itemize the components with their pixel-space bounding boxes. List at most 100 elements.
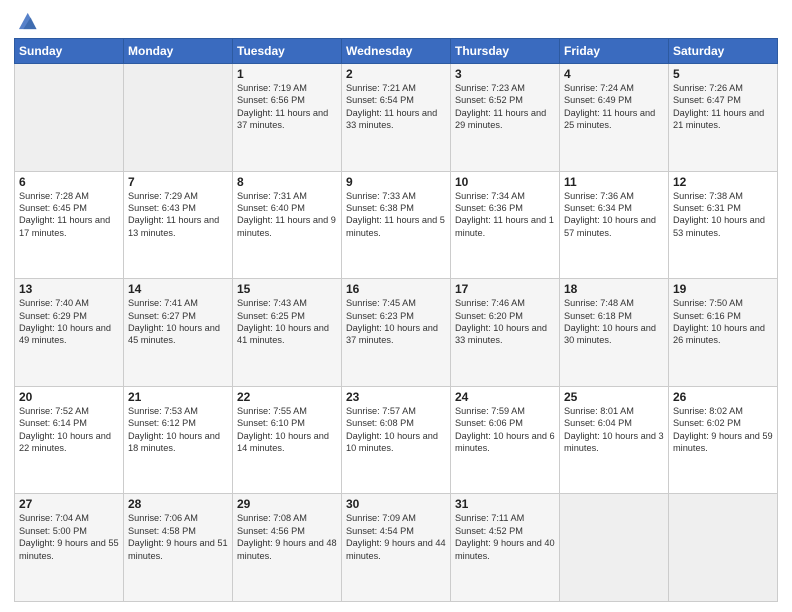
day-number: 6 <box>19 175 119 189</box>
col-header-monday: Monday <box>124 39 233 64</box>
day-number: 17 <box>455 282 555 296</box>
cell-info: Sunrise: 7:41 AM Sunset: 6:27 PM Dayligh… <box>128 297 228 347</box>
week-row-5: 27Sunrise: 7:04 AM Sunset: 5:00 PM Dayli… <box>15 494 778 602</box>
day-number: 20 <box>19 390 119 404</box>
col-header-friday: Friday <box>560 39 669 64</box>
cell-info: Sunrise: 7:53 AM Sunset: 6:12 PM Dayligh… <box>128 405 228 455</box>
logo-icon <box>16 10 38 32</box>
calendar-cell: 12Sunrise: 7:38 AM Sunset: 6:31 PM Dayli… <box>669 171 778 279</box>
cell-info: Sunrise: 7:36 AM Sunset: 6:34 PM Dayligh… <box>564 190 664 240</box>
calendar-cell: 20Sunrise: 7:52 AM Sunset: 6:14 PM Dayli… <box>15 386 124 494</box>
day-number: 12 <box>673 175 773 189</box>
calendar-cell: 25Sunrise: 8:01 AM Sunset: 6:04 PM Dayli… <box>560 386 669 494</box>
day-number: 30 <box>346 497 446 511</box>
page: SundayMondayTuesdayWednesdayThursdayFrid… <box>0 0 792 612</box>
cell-info: Sunrise: 7:59 AM Sunset: 6:06 PM Dayligh… <box>455 405 555 455</box>
cell-info: Sunrise: 7:34 AM Sunset: 6:36 PM Dayligh… <box>455 190 555 240</box>
cell-info: Sunrise: 7:08 AM Sunset: 4:56 PM Dayligh… <box>237 512 337 562</box>
calendar-cell: 10Sunrise: 7:34 AM Sunset: 6:36 PM Dayli… <box>451 171 560 279</box>
calendar-cell: 22Sunrise: 7:55 AM Sunset: 6:10 PM Dayli… <box>233 386 342 494</box>
header <box>14 10 778 32</box>
calendar-cell: 2Sunrise: 7:21 AM Sunset: 6:54 PM Daylig… <box>342 64 451 172</box>
calendar-cell: 6Sunrise: 7:28 AM Sunset: 6:45 PM Daylig… <box>15 171 124 279</box>
calendar-cell: 30Sunrise: 7:09 AM Sunset: 4:54 PM Dayli… <box>342 494 451 602</box>
calendar-cell: 27Sunrise: 7:04 AM Sunset: 5:00 PM Dayli… <box>15 494 124 602</box>
day-number: 28 <box>128 497 228 511</box>
col-header-sunday: Sunday <box>15 39 124 64</box>
calendar-cell: 1Sunrise: 7:19 AM Sunset: 6:56 PM Daylig… <box>233 64 342 172</box>
col-header-saturday: Saturday <box>669 39 778 64</box>
cell-info: Sunrise: 7:55 AM Sunset: 6:10 PM Dayligh… <box>237 405 337 455</box>
day-number: 15 <box>237 282 337 296</box>
col-header-wednesday: Wednesday <box>342 39 451 64</box>
calendar-cell: 15Sunrise: 7:43 AM Sunset: 6:25 PM Dayli… <box>233 279 342 387</box>
calendar-cell: 19Sunrise: 7:50 AM Sunset: 6:16 PM Dayli… <box>669 279 778 387</box>
calendar-cell: 9Sunrise: 7:33 AM Sunset: 6:38 PM Daylig… <box>342 171 451 279</box>
day-number: 10 <box>455 175 555 189</box>
header-row: SundayMondayTuesdayWednesdayThursdayFrid… <box>15 39 778 64</box>
calendar-cell: 21Sunrise: 7:53 AM Sunset: 6:12 PM Dayli… <box>124 386 233 494</box>
calendar-cell <box>560 494 669 602</box>
day-number: 2 <box>346 67 446 81</box>
calendar-cell <box>669 494 778 602</box>
calendar-cell: 18Sunrise: 7:48 AM Sunset: 6:18 PM Dayli… <box>560 279 669 387</box>
cell-info: Sunrise: 7:06 AM Sunset: 4:58 PM Dayligh… <box>128 512 228 562</box>
day-number: 24 <box>455 390 555 404</box>
day-number: 13 <box>19 282 119 296</box>
cell-info: Sunrise: 7:52 AM Sunset: 6:14 PM Dayligh… <box>19 405 119 455</box>
cell-info: Sunrise: 7:40 AM Sunset: 6:29 PM Dayligh… <box>19 297 119 347</box>
day-number: 26 <box>673 390 773 404</box>
calendar-cell <box>124 64 233 172</box>
calendar-cell: 29Sunrise: 7:08 AM Sunset: 4:56 PM Dayli… <box>233 494 342 602</box>
day-number: 7 <box>128 175 228 189</box>
day-number: 22 <box>237 390 337 404</box>
day-number: 23 <box>346 390 446 404</box>
calendar-cell: 11Sunrise: 7:36 AM Sunset: 6:34 PM Dayli… <box>560 171 669 279</box>
logo <box>14 10 38 32</box>
calendar-cell: 14Sunrise: 7:41 AM Sunset: 6:27 PM Dayli… <box>124 279 233 387</box>
cell-info: Sunrise: 7:11 AM Sunset: 4:52 PM Dayligh… <box>455 512 555 562</box>
calendar-cell: 13Sunrise: 7:40 AM Sunset: 6:29 PM Dayli… <box>15 279 124 387</box>
cell-info: Sunrise: 8:01 AM Sunset: 6:04 PM Dayligh… <box>564 405 664 455</box>
col-header-thursday: Thursday <box>451 39 560 64</box>
cell-info: Sunrise: 7:28 AM Sunset: 6:45 PM Dayligh… <box>19 190 119 240</box>
cell-info: Sunrise: 7:21 AM Sunset: 6:54 PM Dayligh… <box>346 82 446 132</box>
week-row-3: 13Sunrise: 7:40 AM Sunset: 6:29 PM Dayli… <box>15 279 778 387</box>
cell-info: Sunrise: 7:50 AM Sunset: 6:16 PM Dayligh… <box>673 297 773 347</box>
cell-info: Sunrise: 7:26 AM Sunset: 6:47 PM Dayligh… <box>673 82 773 132</box>
calendar-cell <box>15 64 124 172</box>
calendar-cell: 7Sunrise: 7:29 AM Sunset: 6:43 PM Daylig… <box>124 171 233 279</box>
cell-info: Sunrise: 8:02 AM Sunset: 6:02 PM Dayligh… <box>673 405 773 455</box>
calendar-cell: 24Sunrise: 7:59 AM Sunset: 6:06 PM Dayli… <box>451 386 560 494</box>
calendar-table: SundayMondayTuesdayWednesdayThursdayFrid… <box>14 38 778 602</box>
day-number: 16 <box>346 282 446 296</box>
day-number: 25 <box>564 390 664 404</box>
day-number: 5 <box>673 67 773 81</box>
calendar-cell: 17Sunrise: 7:46 AM Sunset: 6:20 PM Dayli… <box>451 279 560 387</box>
day-number: 21 <box>128 390 228 404</box>
week-row-1: 1Sunrise: 7:19 AM Sunset: 6:56 PM Daylig… <box>15 64 778 172</box>
cell-info: Sunrise: 7:09 AM Sunset: 4:54 PM Dayligh… <box>346 512 446 562</box>
calendar-cell: 5Sunrise: 7:26 AM Sunset: 6:47 PM Daylig… <box>669 64 778 172</box>
calendar-cell: 3Sunrise: 7:23 AM Sunset: 6:52 PM Daylig… <box>451 64 560 172</box>
week-row-2: 6Sunrise: 7:28 AM Sunset: 6:45 PM Daylig… <box>15 171 778 279</box>
cell-info: Sunrise: 7:46 AM Sunset: 6:20 PM Dayligh… <box>455 297 555 347</box>
day-number: 9 <box>346 175 446 189</box>
week-row-4: 20Sunrise: 7:52 AM Sunset: 6:14 PM Dayli… <box>15 386 778 494</box>
day-number: 27 <box>19 497 119 511</box>
cell-info: Sunrise: 7:31 AM Sunset: 6:40 PM Dayligh… <box>237 190 337 240</box>
cell-info: Sunrise: 7:57 AM Sunset: 6:08 PM Dayligh… <box>346 405 446 455</box>
cell-info: Sunrise: 7:45 AM Sunset: 6:23 PM Dayligh… <box>346 297 446 347</box>
day-number: 4 <box>564 67 664 81</box>
day-number: 1 <box>237 67 337 81</box>
day-number: 31 <box>455 497 555 511</box>
calendar-cell: 26Sunrise: 8:02 AM Sunset: 6:02 PM Dayli… <box>669 386 778 494</box>
col-header-tuesday: Tuesday <box>233 39 342 64</box>
cell-info: Sunrise: 7:33 AM Sunset: 6:38 PM Dayligh… <box>346 190 446 240</box>
day-number: 14 <box>128 282 228 296</box>
calendar-cell: 31Sunrise: 7:11 AM Sunset: 4:52 PM Dayli… <box>451 494 560 602</box>
day-number: 18 <box>564 282 664 296</box>
cell-info: Sunrise: 7:23 AM Sunset: 6:52 PM Dayligh… <box>455 82 555 132</box>
cell-info: Sunrise: 7:38 AM Sunset: 6:31 PM Dayligh… <box>673 190 773 240</box>
cell-info: Sunrise: 7:04 AM Sunset: 5:00 PM Dayligh… <box>19 512 119 562</box>
